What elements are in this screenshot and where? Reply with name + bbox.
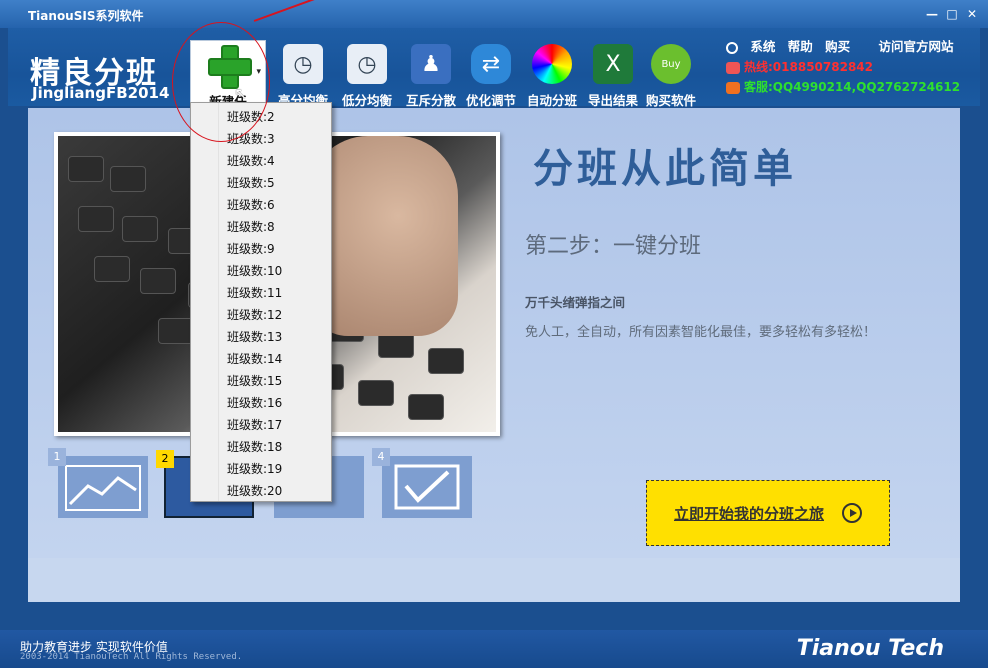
buy-link[interactable]: 购买 [825, 39, 850, 54]
dropdown-item[interactable]: 班级数:13 [227, 326, 282, 348]
dropdown-item[interactable]: 班级数:12 [227, 304, 282, 326]
dropdown-item[interactable]: 班级数:11 [227, 282, 282, 304]
report-clock-icon: ◷ [283, 44, 323, 84]
dropdown-item[interactable]: 班级数:19 [227, 458, 282, 480]
dropdown-item[interactable]: 班级数:20 [227, 480, 282, 502]
step-number: 1 [48, 448, 66, 466]
play-icon [842, 503, 862, 523]
class-count-dropdown: 班级数:2 班级数:3 班级数:4 班级数:5 班级数:6 班级数:8 班级数:9 班级数:1… [190, 102, 332, 502]
dropdown-item[interactable]: 班级数:14 [227, 348, 282, 370]
official-site-link[interactable]: 访问官方网站 [878, 39, 953, 54]
minimize-button[interactable]: — [924, 6, 940, 22]
step-title: 第二步：一键分班 [525, 234, 702, 259]
hotline-text: 热线:018850782842 [744, 60, 873, 74]
step-number: 2 [156, 450, 174, 468]
step-number: 4 [372, 448, 390, 466]
mutual-exclusion-button[interactable]: ♟ 互斥分散 [398, 40, 464, 109]
people-icon: ♟ [411, 44, 451, 84]
mutual-exclusion-label: 互斥分散 [405, 93, 456, 108]
dropdown-item[interactable]: 班级数:4 [227, 150, 275, 172]
export-label: 导出结果 [587, 93, 638, 108]
dropdown-item[interactable]: 班级数:15 [227, 370, 282, 392]
phone-icon [726, 61, 740, 74]
start-button-label: 立即开始我的分班之旅 [673, 504, 824, 523]
checkbox-icon [394, 464, 460, 510]
line-chart-icon [65, 465, 141, 511]
low-score-balance-button[interactable]: ◷ 低分均衡 [334, 40, 400, 109]
dropdown-item[interactable]: 班级数:17 [227, 414, 282, 436]
dropdown-item[interactable]: 班级数:9 [227, 238, 275, 260]
customer-service: 客服:QQ4990214,QQ2762724612 [726, 78, 960, 95]
brand-logo: Tianou Tech [796, 636, 944, 661]
excel-icon: X [593, 44, 633, 84]
dropdown-item[interactable]: 班级数:16 [227, 392, 282, 414]
dropdown-item[interactable]: 班级数:8 [227, 216, 275, 238]
step-thumb-4[interactable]: 4 [372, 448, 472, 518]
dropdown-item[interactable]: 班级数:18 [227, 436, 282, 458]
dropdown-item[interactable]: 班级数:6 [227, 194, 275, 216]
window-controls: — □ ✕ [924, 6, 980, 22]
optimize-label: 优化调节 [465, 93, 516, 108]
export-button[interactable]: X 导出结果 [580, 40, 646, 109]
maximize-button[interactable]: □ [944, 6, 960, 22]
close-button[interactable]: ✕ [964, 6, 980, 22]
hero-headline: 分班从此简单 [533, 146, 797, 192]
hero-panel: 分班从此简单 第二步：一键分班 万千头绪弹指之间 免人工，全自动，所有因素智能化… [28, 108, 960, 558]
low-score-balance-label: 低分均衡 [341, 93, 392, 108]
color-wheel-icon [532, 44, 572, 84]
auto-divide-button[interactable]: 自动分班 [519, 40, 585, 109]
step-thumb-1[interactable]: 1 [48, 448, 148, 518]
window-title: TianouSIS系列软件 [28, 9, 144, 23]
red-circle-annotation [172, 22, 270, 142]
top-links: 系统 帮助 购买 访问官方网站 [726, 36, 962, 55]
toggle-icon: ⇄ [471, 44, 511, 84]
gear-icon [726, 41, 738, 54]
auto-divide-label: 自动分班 [526, 93, 577, 108]
system-link[interactable]: 系统 [750, 39, 775, 54]
optimize-button[interactable]: ⇄ 优化调节 [458, 40, 524, 109]
hotline: 热线:018850782842 [726, 58, 873, 75]
dropdown-item[interactable]: 班级数:5 [227, 172, 275, 194]
mouse-cursor-icon: ↖ [234, 84, 248, 103]
main-bottom-strip [28, 558, 960, 602]
hero-description: 免人工，全自动，所有因素智能化最佳，要多轻松有多轻松！ [525, 325, 877, 340]
service-text: 客服:QQ4990214,QQ2762724612 [744, 80, 961, 94]
dropdown-item[interactable]: 班级数:10 [227, 260, 282, 282]
hero-subtitle: 万千头绪弹指之间 [525, 295, 626, 310]
buy-now-badge-icon: Buy [651, 44, 691, 84]
help-link[interactable]: 帮助 [788, 39, 813, 54]
app-header: 精良分班 JingliangFB2014 新建任 ▾ ◷ 高分均衡 ◷ 低分均衡… [8, 28, 980, 109]
buy-software-button[interactable]: Buy 购买软件 [638, 40, 704, 109]
report-clock-icon: ◷ [347, 44, 387, 84]
copyright: 2003-2014 TianouTech All Rights Reserved… [20, 652, 243, 662]
main-panel: 分班从此简单 第二步：一键分班 万千头绪弹指之间 免人工，全自动，所有因素智能化… [28, 108, 960, 602]
support-icon [726, 81, 740, 94]
footer: 助力教育进步 实现软件价值 2003-2014 TianouTech All R… [0, 630, 988, 668]
buy-software-label: 购买软件 [645, 93, 696, 108]
logo-subtitle: JingliangFB2014 [32, 84, 170, 102]
title-bar: TianouSIS系列软件 — □ ✕ [0, 0, 988, 28]
start-dividing-button[interactable]: 立即开始我的分班之旅 [646, 480, 890, 546]
high-score-balance-button[interactable]: ◷ 高分均衡 [270, 40, 336, 109]
